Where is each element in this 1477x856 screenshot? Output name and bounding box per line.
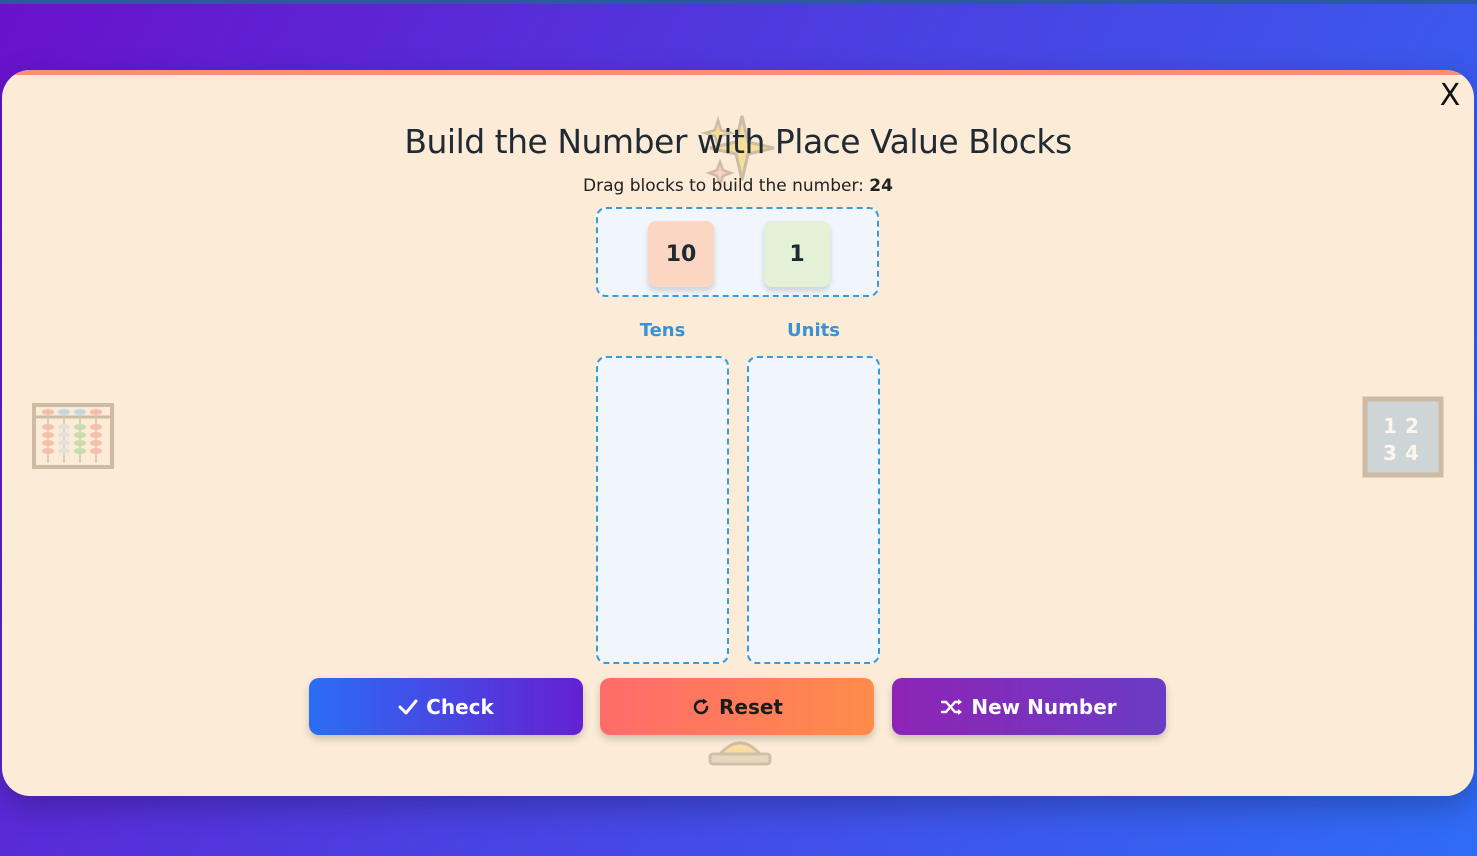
units-drop-zone[interactable] xyxy=(747,356,880,664)
target-number: 24 xyxy=(869,176,893,196)
rotate-icon xyxy=(693,698,709,714)
check-icon xyxy=(398,699,418,714)
window-top-border xyxy=(0,0,1477,4)
instruction-text: Drag blocks to build the number: 24 xyxy=(2,176,1474,196)
tens-column-label: Tens xyxy=(639,320,686,341)
tens-block[interactable]: 10 xyxy=(648,221,714,287)
grid-digit-2: 2 xyxy=(1405,414,1419,438)
grid-digit-1: 1 xyxy=(1383,414,1397,438)
modal-accent-bar xyxy=(2,70,1474,75)
instruction-prefix: Drag blocks to build the number: xyxy=(583,176,864,196)
check-button-label: Check xyxy=(426,694,494,719)
reset-button-label: Reset xyxy=(719,694,783,719)
units-block[interactable]: 1 xyxy=(764,221,830,287)
tens-drop-zone[interactable] xyxy=(596,356,729,664)
grid-digit-4: 4 xyxy=(1405,441,1419,465)
close-button[interactable]: X xyxy=(1436,81,1464,111)
new-number-button[interactable]: New Number xyxy=(892,678,1166,735)
grid-digit-3: 3 xyxy=(1383,441,1397,465)
reset-button[interactable]: Reset xyxy=(600,678,874,735)
game-modal: X Build the Number with Place Value Bloc… xyxy=(2,70,1474,796)
abacus-icon xyxy=(32,403,114,469)
number-grid-icon: 1 2 3 4 xyxy=(1362,396,1444,478)
check-button[interactable]: Check xyxy=(309,678,583,735)
new-number-button-label: New Number xyxy=(971,694,1117,719)
page-title: Build the Number with Place Value Blocks xyxy=(404,122,1072,161)
units-column-label: Units xyxy=(787,320,840,341)
shuffle-icon xyxy=(941,698,963,715)
block-tray: 10 1 xyxy=(596,207,879,297)
